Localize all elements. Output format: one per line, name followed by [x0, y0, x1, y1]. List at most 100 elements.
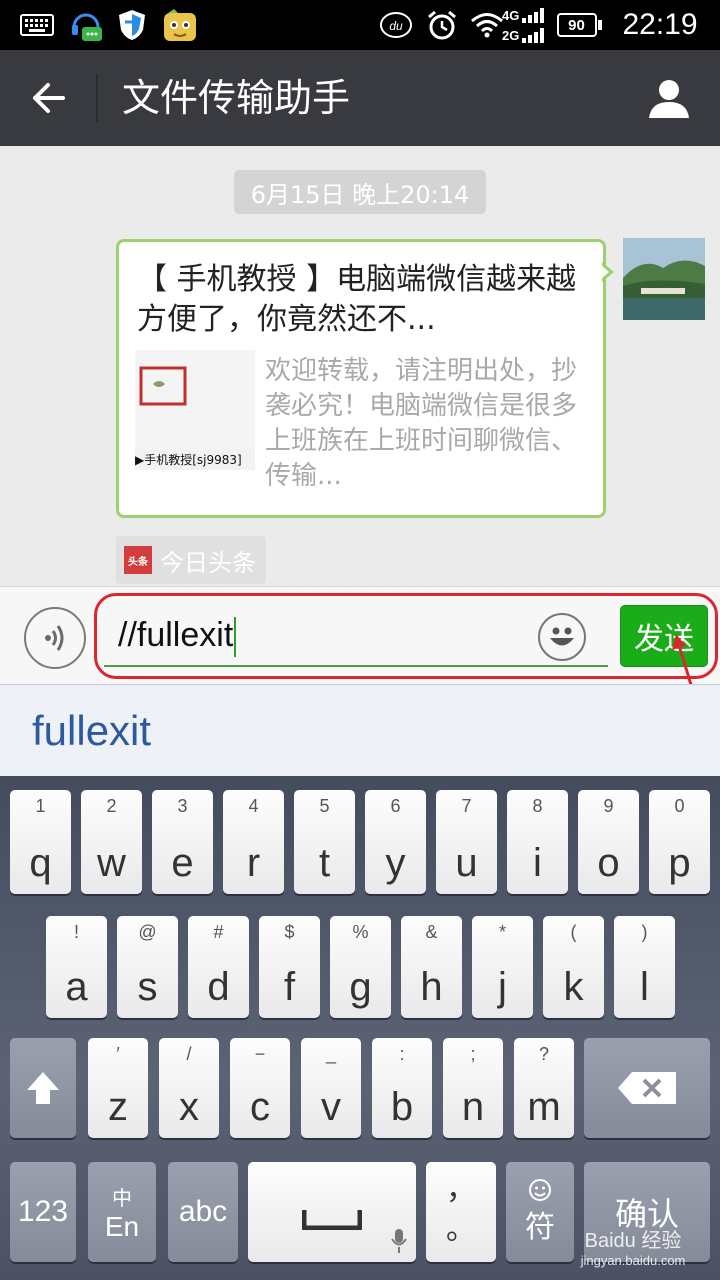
language-switch-key[interactable]: 中 En [88, 1162, 156, 1262]
suggestion-word[interactable]: fullexit [32, 685, 151, 777]
source-label: 今日头条 [160, 548, 256, 577]
key-b[interactable]: :b [372, 1038, 432, 1138]
clock: 22:19 [622, 8, 698, 41]
message-timestamp: 6月15日 晚上20:14 [234, 170, 486, 214]
key-main-label: s [137, 965, 158, 1009]
avatar[interactable] [623, 238, 705, 320]
battery-icon: 90 [556, 0, 602, 50]
alarm-icon [424, 0, 460, 50]
key-sub-label: 7 [461, 796, 472, 816]
key-sub-label: * [498, 922, 506, 942]
key-g[interactable]: % g [330, 916, 391, 1018]
key-m[interactable]: ? m [514, 1038, 574, 1138]
message-input-bar: //fullexit 发送 [0, 586, 720, 684]
key-d[interactable]: # d [188, 916, 249, 1018]
key-z[interactable]: ′ z [88, 1038, 148, 1138]
shift-key[interactable] [10, 1038, 76, 1138]
keyboard: 1q2w3e4r5t6y7u8i9o0p ! a @ s # d $ f% g & h * j(k) l … [0, 776, 720, 1280]
key-q[interactable]: 1q [10, 790, 71, 894]
key-h[interactable]: & h [401, 916, 462, 1018]
key-sub-label: 4 [248, 796, 259, 816]
backspace-key[interactable] [584, 1038, 710, 1138]
key-w[interactable]: 2w [81, 790, 142, 894]
person-icon [649, 80, 689, 118]
key-main-label: d [207, 965, 230, 1009]
battery-level: 90 [556, 13, 597, 37]
key-main-label: f [283, 965, 296, 1009]
key-l[interactable]: ) l [614, 916, 675, 1018]
shield-icon [114, 0, 150, 50]
key-a[interactable]: ! a [46, 916, 107, 1018]
voice-wave-icon [45, 625, 64, 651]
key-main-label: i [533, 841, 542, 885]
key-sub-label: : [399, 1044, 405, 1064]
status-bar: du 4G 2G 90 22:19 [0, 0, 720, 50]
voice-input-button[interactable] [24, 607, 86, 669]
key-main-label: q [29, 841, 52, 885]
chat-info-button[interactable] [644, 72, 694, 124]
key-sub-label: 8 [532, 796, 543, 816]
watermark-line-2: jingyan.baidu.com [580, 1253, 686, 1268]
key-c[interactable]: − c [230, 1038, 290, 1138]
punctuation-key[interactable]: ， 。 [426, 1162, 496, 1262]
period-label: 。 [446, 1213, 476, 1246]
thumbnail-caption: ▶手机教授[sj9983] [135, 453, 242, 467]
key-r[interactable]: 4r [223, 790, 284, 894]
key-j[interactable]: * j [472, 916, 533, 1018]
key-sub-label: 9 [603, 796, 614, 816]
back-button[interactable] [22, 74, 74, 122]
shared-article-message[interactable]: 【 手机教授 】电脑端微信越来越方便了，你竟然还不... ▶手机教授[sj998… [116, 239, 606, 518]
svg-text:du: du [389, 19, 403, 33]
key-main-label: z [108, 1085, 128, 1129]
article-source[interactable]: 头条 今日头条 [116, 536, 266, 584]
key-t[interactable]: 5t [294, 790, 355, 894]
key-sub-label: ) [641, 922, 648, 942]
key-sub-label: $ [284, 922, 295, 942]
key-x[interactable]: / x [159, 1038, 219, 1138]
article-thumbnail: ▶手机教授[sj9983] [135, 350, 255, 470]
space-bar-icon [302, 1210, 362, 1230]
key-main-label: b [390, 1085, 414, 1129]
network-top-label: 4G [502, 7, 520, 23]
key-u[interactable]: 7u [436, 790, 497, 894]
key-i[interactable]: 8i [507, 790, 568, 894]
key-f[interactable]: $ f [259, 916, 320, 1018]
header-divider [96, 74, 98, 122]
key-main-label: a [65, 965, 88, 1009]
key-main-label: h [420, 965, 443, 1009]
key-main-label: y [385, 841, 406, 885]
key-sub-label: & [425, 922, 438, 942]
abc-key[interactable]: abc [168, 1162, 238, 1262]
key-sub-label: 3 [177, 796, 188, 816]
key-y[interactable]: 6y [365, 790, 426, 894]
backspace-icon [618, 1072, 676, 1104]
lang-bottom-label: En [104, 1210, 140, 1242]
key-sub-label: 0 [674, 796, 685, 816]
key-sub-label: 5 [319, 796, 330, 816]
key-main-label: j [498, 965, 507, 1009]
key-n[interactable]: ; n [443, 1038, 503, 1138]
chat-header: 文件传输助手 [0, 50, 720, 146]
suggestion-bar: fullexit [0, 684, 720, 776]
key-s[interactable]: @ s [117, 916, 178, 1018]
key-v[interactable]: _ v [301, 1038, 361, 1138]
key-sub-label: 6 [390, 796, 401, 816]
key-k[interactable]: (k [543, 916, 604, 1018]
key-o[interactable]: 9o [578, 790, 639, 894]
key-sub-label: % [352, 922, 369, 942]
emoticon-icon [529, 1179, 551, 1201]
signal-icon: 4G 2G [500, 0, 550, 50]
watermark-line-1: Baidu 经验 [584, 1230, 682, 1252]
key-e[interactable]: 3e [152, 790, 213, 894]
key-main-label: p [668, 841, 691, 885]
key-sub-label: @ [138, 922, 157, 942]
key-main-label: m [527, 1085, 561, 1129]
numbers-key[interactable]: 123 [10, 1162, 76, 1262]
lang-top-label: 中 [112, 1187, 132, 1210]
space-key[interactable] [248, 1162, 416, 1262]
key-sub-label: 2 [106, 796, 117, 816]
key-sub-label: 1 [35, 796, 46, 816]
key-sub-label: ? [538, 1044, 549, 1064]
shift-arrow-icon [27, 1072, 59, 1104]
key-p[interactable]: 0p [649, 790, 710, 894]
